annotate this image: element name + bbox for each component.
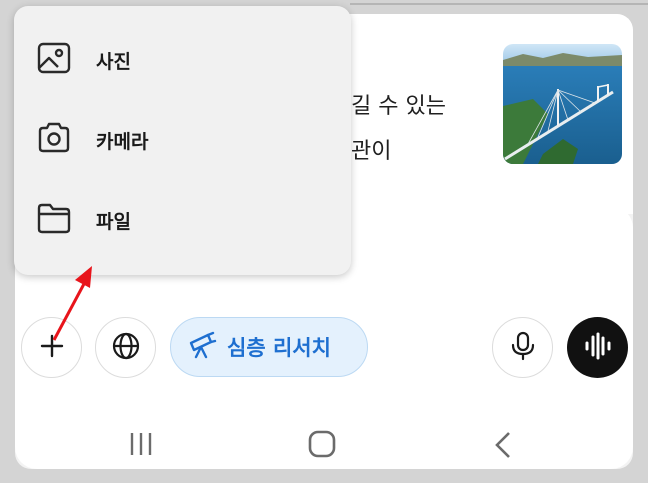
add-attachment-button[interactable] [21,317,82,378]
menu-item-label: 카메라 [96,130,149,153]
system-nav-bar [15,419,633,469]
web-search-button[interactable] [95,317,156,378]
menu-item-files[interactable]: 파일 [14,180,351,260]
plus-icon [40,334,64,362]
back-icon[interactable] [493,431,513,463]
globe-icon [111,331,141,365]
menu-item-label: 파일 [96,210,131,233]
top-divider [350,3,648,5]
bridge-photo [503,44,622,164]
home-icon[interactable] [308,430,336,462]
microphone-icon [510,331,536,365]
voice-mode-button[interactable] [567,317,628,378]
bridge-thumbnail[interactable] [503,44,622,164]
message-text-line-2: 관이 [351,139,392,164]
message-text-line-1: 길 수 있는 [351,94,446,119]
deep-research-button[interactable]: 심층 리서치 [170,317,368,377]
image-icon [36,40,72,80]
attachment-menu: 사진 카메라 파일 [14,6,351,275]
menu-item-photos[interactable]: 사진 [14,20,351,100]
microphone-button[interactable] [492,317,553,378]
folder-icon [36,200,72,240]
recents-icon[interactable] [128,431,154,461]
voice-waveform-icon [583,332,613,364]
telescope-icon [187,330,217,364]
deep-research-label: 심층 리서치 [227,336,331,360]
camera-icon [36,120,72,160]
menu-item-camera[interactable]: 카메라 [14,100,351,180]
menu-item-label: 사진 [96,50,131,73]
